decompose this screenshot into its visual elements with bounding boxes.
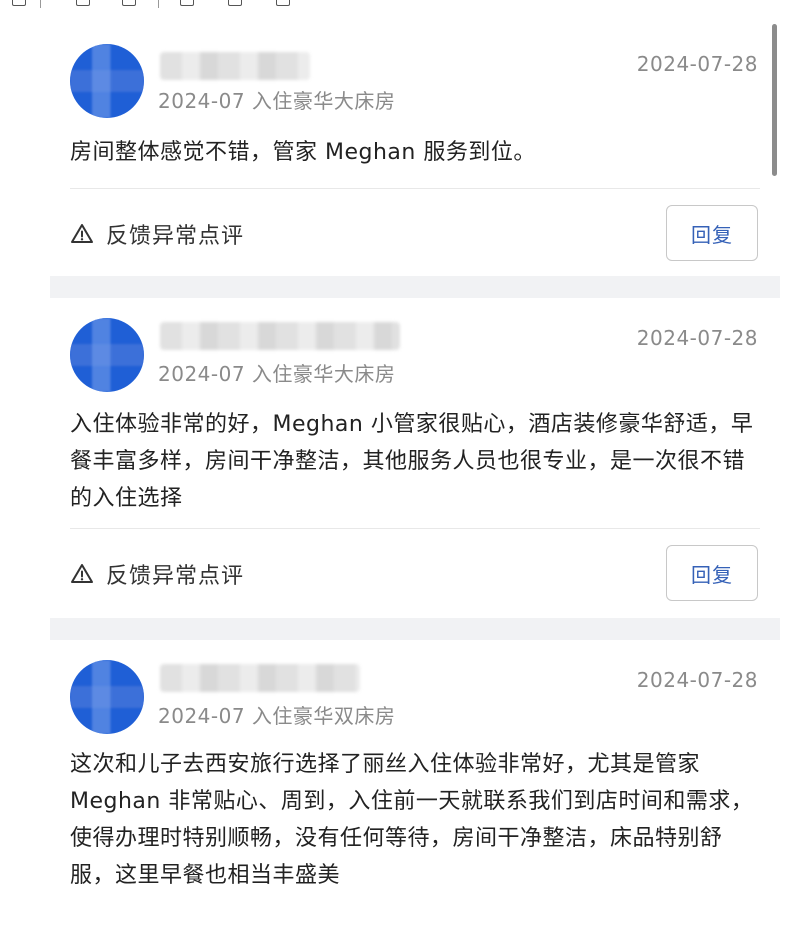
report-review-label: 反馈异常点评 [106, 564, 245, 589]
reviewer-name-blurred [160, 664, 360, 692]
toolbar-separator [40, 0, 41, 8]
list-icon[interactable] [12, 0, 26, 6]
top-toolbar [0, 0, 800, 10]
frame-icon[interactable] [276, 0, 290, 6]
avatar[interactable] [70, 318, 144, 392]
reviewer-name-blurred [160, 322, 400, 350]
review-card: 2024-07 入住豪华大床房 2024-07-28 入住体验非常的好，Megh… [50, 298, 780, 618]
reply-button[interactable]: 回复 [666, 205, 758, 261]
avatar[interactable] [70, 44, 144, 118]
avatar[interactable] [70, 660, 144, 734]
review-text: 这次和儿子去西安旅行选择了丽丝入住体验非常好，尤其是管家 Meghan 非常贴心… [70, 752, 754, 888]
reviewer-name-blurred [160, 52, 310, 80]
square-icon[interactable] [76, 0, 90, 6]
warning-icon [71, 224, 93, 243]
review-date: 2024-07-28 [636, 668, 758, 692]
warning-icon [71, 564, 93, 583]
stay-info: 2024-07 入住豪华大床房 [158, 362, 396, 386]
divider [70, 528, 760, 529]
doc-icon[interactable] [180, 0, 194, 6]
stay-info: 2024-07 入住豪华双床房 [158, 704, 396, 728]
review-text: 房间整体感觉不错，管家 Meghan 服务到位。 [70, 140, 536, 165]
review-card: 2024-07 入住豪华大床房 2024-07-28 房间整体感觉不错，管家 M… [50, 22, 780, 276]
image-icon[interactable] [228, 0, 242, 6]
reply-button[interactable]: 回复 [666, 545, 758, 601]
review-text: 入住体验非常的好，Meghan 小管家很贴心，酒店装修豪华舒适，早餐丰富多样，房… [70, 412, 754, 511]
toolbar-separator [158, 0, 159, 8]
report-review-label: 反馈异常点评 [106, 224, 245, 249]
divider [70, 188, 760, 189]
note-icon[interactable] [122, 0, 136, 6]
card-separator [50, 276, 780, 298]
stay-info: 2024-07 入住豪华大床房 [158, 89, 396, 113]
report-review-link[interactable]: 反馈异常点评 [70, 218, 244, 250]
scrollbar[interactable] [772, 24, 777, 176]
report-review-link[interactable]: 反馈异常点评 [70, 558, 244, 590]
review-date: 2024-07-28 [636, 326, 758, 350]
card-separator [50, 618, 780, 640]
review-card: 2024-07 入住豪华双床房 2024-07-28 这次和儿子去西安旅行选择了… [50, 640, 780, 930]
review-feed: 2024-07 入住豪华大床房 2024-07-28 房间整体感觉不错，管家 M… [50, 22, 780, 930]
review-date: 2024-07-28 [636, 52, 758, 76]
